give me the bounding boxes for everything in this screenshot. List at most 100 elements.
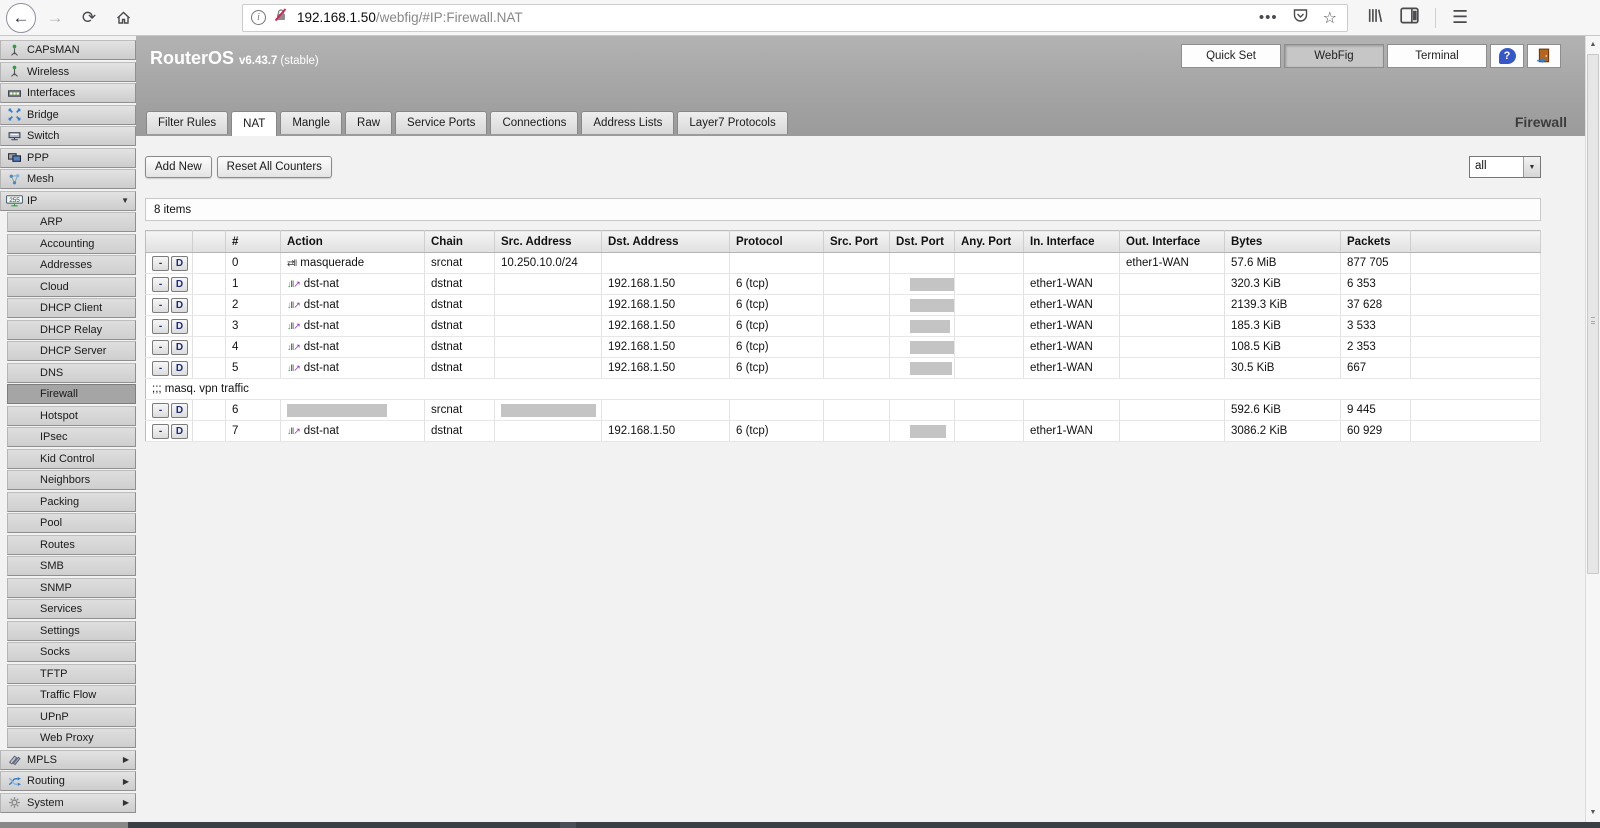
remove-rule-button[interactable]: - — [152, 255, 169, 271]
sidebar-item-snmp[interactable]: SNMP — [7, 577, 136, 598]
scrollbar-thumb[interactable] — [1587, 54, 1599, 574]
chevron-down-icon[interactable]: ▼ — [1523, 157, 1540, 177]
table-row[interactable]: - D 6 srcnat 592.6 KiB 9 445 — [145, 399, 1541, 421]
sidebar-item-cloud[interactable]: Cloud — [7, 276, 136, 297]
column-header-protocol[interactable]: Protocol — [729, 230, 824, 253]
chevron-down-icon[interactable]: ▼ — [121, 196, 129, 205]
back-button[interactable]: ← — [6, 2, 36, 33]
sidebar-item-mpls[interactable]: MPLS ▶ — [0, 749, 136, 770]
sidebar-item-firewall[interactable]: Firewall — [7, 384, 136, 404]
remove-rule-button[interactable]: - — [152, 318, 169, 334]
page-actions-icon[interactable]: ••• — [1259, 9, 1278, 26]
column-header-dst-port[interactable]: Dst. Port — [889, 230, 955, 253]
sidebar-item-packing[interactable]: Packing — [7, 491, 136, 512]
remove-rule-button[interactable]: - — [152, 360, 169, 376]
disable-rule-button[interactable]: D — [171, 276, 188, 292]
library-icon[interactable] — [1366, 7, 1384, 29]
sidebar-item-routing[interactable]: Routing ▶ — [0, 771, 136, 791]
sidebar-item-socks[interactable]: Socks — [7, 642, 136, 662]
sidebar-item-settings[interactable]: Settings — [7, 620, 136, 641]
bookmark-star-icon[interactable]: ☆ — [1323, 8, 1337, 28]
quick-set-button[interactable]: Quick Set — [1181, 44, 1281, 68]
remove-rule-button[interactable]: - — [152, 402, 169, 418]
chevron-right-icon[interactable]: ▶ — [123, 755, 129, 764]
remove-rule-button[interactable]: - — [152, 339, 169, 355]
sidebar-item-hotspot[interactable]: Hotspot — [7, 405, 136, 426]
column-header-packets[interactable]: Packets — [1340, 230, 1411, 253]
disable-rule-button[interactable]: D — [171, 423, 188, 439]
sidebar-item-web-proxy[interactable]: Web Proxy — [7, 728, 136, 748]
reload-button[interactable]: ⟳ — [74, 3, 104, 33]
disable-rule-button[interactable]: D — [171, 297, 188, 313]
chevron-right-icon[interactable]: ▶ — [123, 798, 129, 807]
sidebar-item-mesh[interactable]: Mesh — [0, 169, 136, 189]
webfig-button[interactable]: WebFig — [1284, 44, 1384, 68]
tab-filter-rules[interactable]: Filter Rules — [146, 111, 229, 134]
sidebar-item-system[interactable]: System ▶ — [0, 792, 136, 813]
column-header-dst-address[interactable]: Dst. Address — [601, 230, 730, 253]
disable-rule-button[interactable]: D — [171, 360, 188, 376]
add-new-button[interactable]: Add New — [145, 156, 212, 178]
table-row[interactable]: - D 7 ↓‖↗ dst-nat dstnat 192.168.1.50 6 (tcp) et… — [145, 420, 1541, 442]
sidebar-item-accounting[interactable]: Accounting — [7, 233, 136, 254]
column-header-action[interactable]: Action — [280, 230, 425, 253]
sidebar-item-dhcp-server[interactable]: DHCP Server — [7, 341, 136, 361]
table-row[interactable]: - D 2 ↓‖↗ dst-nat dstnat 192.168.1.50 6 (tcp) et… — [145, 294, 1541, 316]
logout-button[interactable] — [1527, 44, 1561, 68]
sidebar-item-switch[interactable]: Switch — [0, 126, 136, 146]
column-header-any-port[interactable]: Any. Port — [954, 230, 1024, 253]
home-button[interactable] — [108, 3, 138, 33]
filter-dropdown[interactable]: all ▼ — [1469, 156, 1541, 178]
remove-rule-button[interactable]: - — [152, 423, 169, 439]
table-row[interactable]: - D 5 ↓‖↗ dst-nat dstnat 192.168.1.50 6 (tcp) et… — [145, 357, 1541, 379]
table-row[interactable]: - D 0 ⇄‖ masquerade srcnat 10.250.10.0/24 ether… — [145, 252, 1541, 274]
reset-all-counters-button[interactable]: Reset All Counters — [216, 156, 332, 178]
menu-icon[interactable]: ☰ — [1452, 7, 1468, 28]
page-info-icon[interactable]: i — [251, 10, 266, 25]
sidebar-item-bridge[interactable]: Bridge — [0, 104, 136, 125]
chevron-right-icon[interactable]: ▶ — [123, 777, 129, 786]
pocket-icon[interactable] — [1292, 7, 1309, 28]
help-button[interactable]: ? — [1490, 44, 1524, 68]
column-header-src-address[interactable]: Src. Address — [494, 230, 602, 253]
column-header-out-interface[interactable]: Out. Interface — [1119, 230, 1225, 253]
scroll-down-icon[interactable]: ▼ — [1586, 804, 1600, 820]
terminal-button[interactable]: Terminal — [1387, 44, 1487, 68]
column-header-in-interface[interactable]: In. Interface — [1023, 230, 1120, 253]
url-bar[interactable]: i 192.168.1.50/webfig/#IP:Firewall.NAT •… — [242, 3, 1348, 32]
forward-button[interactable]: → — [40, 3, 70, 33]
tab-address-lists[interactable]: Address Lists — [581, 111, 675, 134]
tab-nat[interactable]: NAT — [231, 111, 278, 136]
sidebar-item-dhcp-relay[interactable]: DHCP Relay — [7, 319, 136, 340]
sidebar-item-tftp[interactable]: TFTP — [7, 663, 136, 684]
sidebar-item-ipsec[interactable]: IPsec — [7, 427, 136, 447]
sidebar-item-routes[interactable]: Routes — [7, 534, 136, 555]
remove-rule-button[interactable]: - — [152, 297, 169, 313]
sidebar-item-ppp[interactable]: PPP — [0, 147, 136, 168]
sidebar-item-neighbors[interactable]: Neighbors — [7, 470, 136, 490]
disable-rule-button[interactable]: D — [171, 318, 188, 334]
column-header-[interactable]: # — [225, 230, 281, 253]
sidebar-item-interfaces[interactable]: Interfaces — [0, 83, 136, 103]
sidebar-item-arp[interactable]: ARP — [7, 212, 136, 232]
sidebar-item-services[interactable]: Services — [7, 599, 136, 619]
sidebar-item-wireless[interactable]: Wireless — [0, 61, 136, 82]
sidebar-item-pool[interactable]: Pool — [7, 513, 136, 533]
url-text[interactable]: 192.168.1.50/webfig/#IP:Firewall.NAT — [297, 10, 1259, 25]
column-header-chain[interactable]: Chain — [424, 230, 495, 253]
table-row[interactable]: - D 3 ↓‖↗ dst-nat dstnat 192.168.1.50 6 (tcp) et… — [145, 315, 1541, 337]
comment-row[interactable]: ;;; masq. vpn traffic — [145, 378, 1541, 400]
tab-raw[interactable]: Raw — [345, 111, 393, 134]
sidebar-item-smb[interactable]: SMB — [7, 556, 136, 576]
sidebar-item-upnp[interactable]: UPnP — [7, 706, 136, 727]
disable-rule-button[interactable]: D — [171, 255, 188, 271]
disable-rule-button[interactable]: D — [171, 339, 188, 355]
sidebar-item-dhcp-client[interactable]: DHCP Client — [7, 298, 136, 318]
column-header-src-port[interactable]: Src. Port — [823, 230, 890, 253]
table-row[interactable]: - D 1 ↓‖↗ dst-nat dstnat 192.168.1.50 6 (tcp) et… — [145, 273, 1541, 295]
sidebar-item-ip[interactable]: 255 IP ▼ — [0, 190, 136, 211]
sidebar-item-addresses[interactable]: Addresses — [7, 255, 136, 275]
remove-rule-button[interactable]: - — [152, 276, 169, 292]
page-scrollbar[interactable]: ▲ ▼ — [1585, 36, 1600, 822]
sidebar-item-traffic-flow[interactable]: Traffic Flow — [7, 685, 136, 705]
